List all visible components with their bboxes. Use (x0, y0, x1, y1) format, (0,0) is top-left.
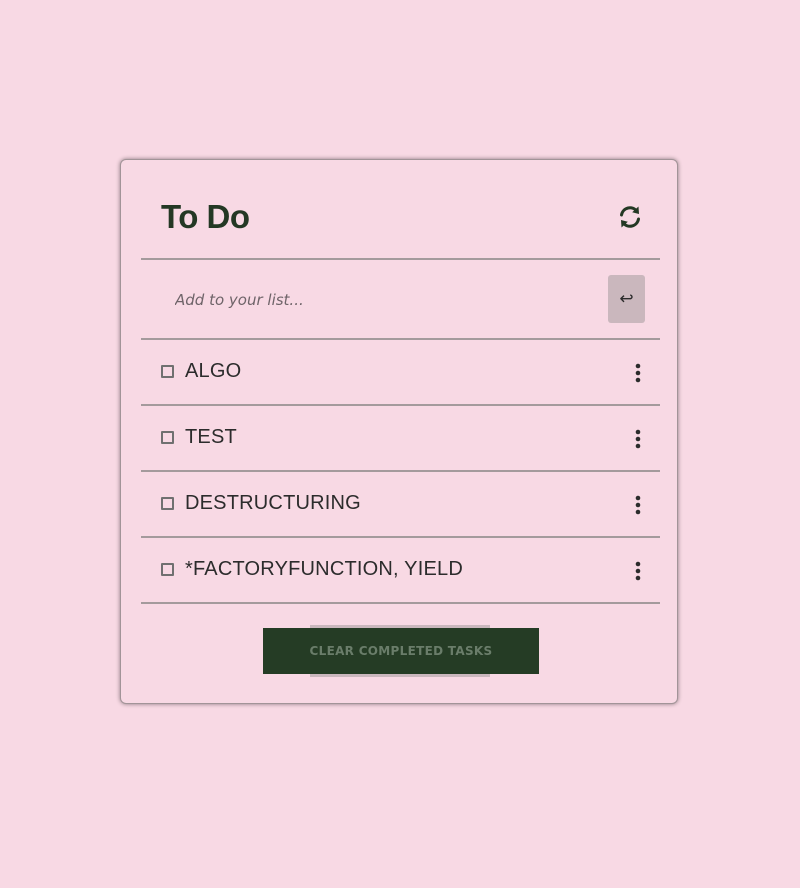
clear-completed-label: CLEAR COMPLETED TASKS (309, 644, 493, 658)
clear-completed-button[interactable]: CLEAR COMPLETED TASKS (263, 628, 539, 674)
checkbox-icon[interactable] (161, 497, 174, 510)
more-vertical-icon[interactable] (628, 428, 648, 450)
task-label: ALGO (185, 360, 242, 382)
list-item: DESTRUCTURING (141, 472, 660, 538)
refresh-icon (620, 206, 640, 228)
task-label: *FACTORYFUNCTION, YIELD (185, 558, 463, 580)
task-label: TEST (185, 426, 237, 448)
checkbox-icon[interactable] (161, 431, 174, 444)
refresh-button[interactable] (616, 203, 644, 231)
checkbox-icon[interactable] (161, 365, 174, 378)
add-task-button[interactable]: ↩ (608, 275, 645, 323)
todo-card: To Do ↩ ALGO TEST (120, 159, 678, 704)
checkbox-icon[interactable] (161, 563, 174, 576)
task-list: ALGO TEST DESTRUCTURING *FACTORYFUNCTION… (141, 340, 660, 604)
list-item: TEST (141, 406, 660, 472)
page-title: To Do (161, 198, 250, 235)
list-item: *FACTORYFUNCTION, YIELD (141, 538, 660, 604)
header: To Do (141, 160, 660, 260)
clear-area: CLEAR COMPLETED TASKS (263, 625, 539, 677)
enter-icon: ↩ (619, 288, 634, 309)
add-task-row: ↩ (141, 260, 660, 340)
more-vertical-icon[interactable] (628, 560, 648, 582)
add-task-input[interactable] (161, 280, 581, 320)
more-vertical-icon[interactable] (628, 362, 648, 384)
list-item: ALGO (141, 340, 660, 406)
task-label: DESTRUCTURING (185, 492, 361, 514)
more-vertical-icon[interactable] (628, 494, 648, 516)
